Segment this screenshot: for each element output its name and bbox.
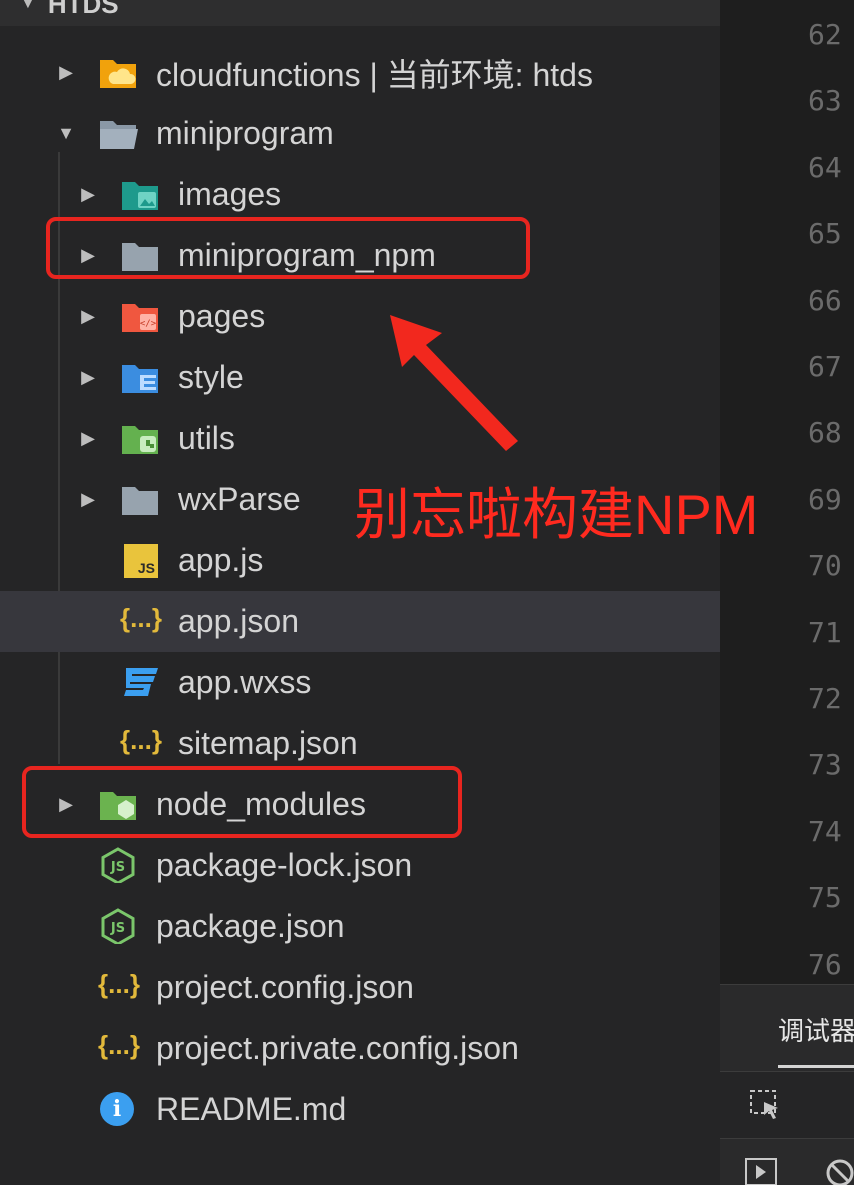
utils-folder-icon (122, 426, 158, 454)
chevron-right-icon: ▶ (81, 184, 95, 204)
tree-item-label: style (178, 359, 244, 395)
images-folder-icon (122, 182, 158, 210)
style-folder-icon (122, 365, 158, 393)
tree-item-readme-md[interactable]: i README.md (0, 1079, 720, 1140)
tree-item-label: sitemap.json (178, 725, 358, 761)
tree-item-project-config-json[interactable]: {...} project.config.json (0, 957, 720, 1018)
tree-item-label: pages (178, 298, 266, 334)
debug-panel: 调试器 (720, 984, 854, 1185)
cloud-folder-icon (100, 60, 136, 88)
tree-item-app-wxss[interactable]: app.wxss (0, 652, 720, 713)
file-explorer: ▼ HTDS ▶ cloudfunctions | 当前环境: htds ▼ m… (0, 0, 720, 1184)
tree-item-label: cloudfunctions | 当前环境: htds (156, 56, 593, 93)
chevron-right-icon: ▶ (81, 306, 95, 326)
annotation-highlight-box (22, 766, 462, 838)
tree-item-utils[interactable]: ▶ utils (0, 408, 720, 469)
tree-item-label: package-lock.json (156, 847, 413, 883)
line-number: 76 (808, 947, 842, 981)
tree-item-label: project.config.json (156, 969, 414, 1005)
svg-text:JS: JS (110, 921, 125, 936)
tree-item-label: utils (178, 420, 235, 456)
css-file-icon (124, 668, 158, 696)
line-number: 70 (808, 549, 842, 583)
nodejs-file-icon: JS (101, 847, 135, 883)
annotation-text: 别忘啦构建NPM (354, 483, 759, 546)
tree-item-cloudfunctions[interactable]: ▶ cloudfunctions | 当前环境: htds (0, 42, 720, 103)
inspect-element-icon[interactable] (748, 1088, 784, 1124)
tree-item-package-json[interactable]: JS package.json (0, 896, 720, 957)
line-number: 68 (808, 416, 842, 450)
folder-icon (122, 487, 158, 515)
json-file-icon: {...} (120, 725, 162, 755)
info-icon: i (100, 1092, 134, 1126)
json-file-icon: {...} (98, 1030, 140, 1060)
svg-text:</>: </> (140, 319, 157, 329)
line-number: 67 (808, 350, 842, 383)
svg-text:JS: JS (110, 860, 125, 875)
line-number: 75 (808, 881, 842, 915)
tree-item-images[interactable]: ▶ images (0, 164, 720, 225)
tree-item-project-private-config-json[interactable]: {...} project.private.config.json (0, 1018, 720, 1079)
line-number: 66 (808, 283, 842, 317)
section-title: HTDS (47, 0, 119, 19)
json-file-icon: {...} (120, 603, 162, 633)
tree-item-miniprogram[interactable]: ▼ miniprogram (0, 103, 720, 164)
tree-item-label: package.json (156, 908, 345, 944)
chevron-right-icon: ▶ (59, 62, 73, 82)
line-number: 72 (808, 682, 842, 715)
tree-item-label: miniprogram (156, 115, 334, 151)
folder-open-icon (100, 121, 138, 149)
tree-item-label: app.json (178, 603, 299, 639)
nodejs-file-icon: JS (101, 908, 135, 944)
chevron-right-icon: ▶ (81, 367, 95, 387)
explorer-section-header[interactable]: ▼ HTDS (0, 0, 720, 26)
debug-toolbar (720, 1071, 854, 1139)
tree-item-package-lock-json[interactable]: JS package-lock.json (0, 835, 720, 896)
line-number: 65 (808, 217, 842, 251)
tree-item-label: wxParse (178, 481, 301, 517)
tree-item-label: project.private.config.json (156, 1030, 519, 1066)
annotation-arrow (390, 315, 518, 451)
tab-debugger[interactable]: 调试器 (778, 1011, 854, 1048)
tree-item-label: images (178, 176, 282, 212)
json-file-icon: {...} (98, 969, 140, 999)
tree-item-style[interactable]: ▶ style (0, 347, 720, 408)
tree-item-sitemap-json[interactable]: {...} sitemap.json (0, 713, 720, 774)
chevron-down-icon: ▼ (20, 0, 36, 12)
line-number: 74 (808, 814, 842, 848)
line-number: 73 (808, 748, 842, 782)
annotation-highlight-box (46, 217, 530, 279)
clear-console-icon[interactable] (824, 1157, 854, 1185)
line-number: 63 (808, 84, 842, 118)
tree-item-pages[interactable]: ▶ </> pages (0, 286, 720, 347)
line-number: 71 (808, 615, 842, 649)
line-number: 62 (808, 18, 842, 51)
tree-item-label: app.wxss (178, 664, 312, 700)
chevron-down-icon: ▼ (57, 123, 75, 143)
active-tab-underline (778, 1065, 854, 1068)
chevron-right-icon: ▶ (81, 489, 95, 509)
line-number: 69 (808, 482, 842, 516)
tree-item-label: README.md (156, 1091, 347, 1127)
tree-item-label: app.js (178, 542, 264, 578)
tree-item-app-json[interactable]: {...} app.json (0, 591, 720, 652)
js-file-icon: JS (124, 544, 158, 578)
pages-folder-icon: </> (122, 304, 158, 332)
line-number: 64 (808, 150, 842, 184)
device-toolbar-icon[interactable] (744, 1157, 780, 1185)
chevron-right-icon: ▶ (81, 428, 95, 448)
